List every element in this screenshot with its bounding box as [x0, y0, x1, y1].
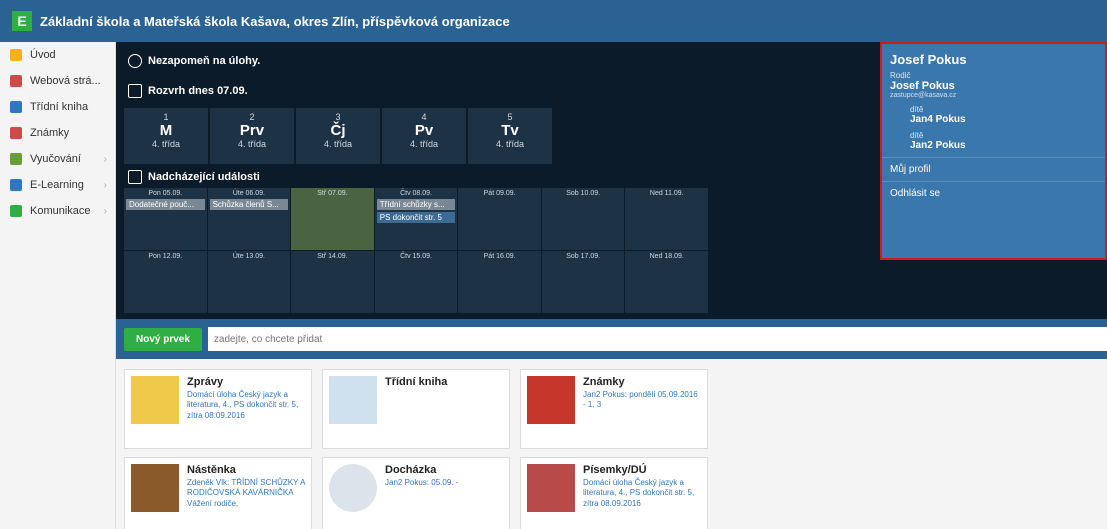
- grades-icon: [10, 127, 22, 139]
- nav-uvod[interactable]: Úvod: [0, 42, 115, 68]
- event[interactable]: Třídní schůzky s...: [376, 199, 456, 210]
- parent-block: Rodič Josef Pokus zastupce@kasava.cz: [890, 71, 957, 99]
- chevron-right-icon: ›: [103, 153, 107, 165]
- app-root: E Základní škola a Mateřská škola Kašava…: [0, 0, 1107, 529]
- web-icon: [10, 75, 22, 87]
- calendar-day[interactable]: Sob 17.09.: [541, 251, 625, 313]
- clock-icon: [128, 54, 142, 68]
- calendar-day[interactable]: Pát 16.09.: [458, 251, 541, 313]
- calendar-day[interactable]: Stř 07.09.: [291, 188, 374, 250]
- tile-dochazka[interactable]: Docházka Jan2 Pokus: 05.09. -: [322, 457, 510, 529]
- new-item-input[interactable]: [207, 327, 1107, 351]
- calendar-week: Pon 12.09. Úte 13.09. Stř 14.09. Čtv 15.…: [124, 251, 709, 313]
- timetable-lesson[interactable]: 4 Pv 4. třída: [382, 108, 466, 164]
- my-profile-link[interactable]: Můj profil: [882, 157, 1105, 181]
- star-icon: [10, 49, 22, 61]
- calendar-week: Pon 05.09. Dodatečné pouč... Úte 06.09. Sc…: [124, 188, 709, 250]
- sidebar: Úvod Webová strá... Třídní kniha Známky …: [0, 42, 116, 529]
- tile-zpravy[interactable]: Zprávy Domácí úloha Český jazyk a literat…: [124, 369, 312, 449]
- user-panel: Josef Pokus Rodič Josef Pokus zastupce@k…: [880, 42, 1107, 260]
- calendar-day[interactable]: Čtv 15.09.: [374, 251, 458, 313]
- calendar-grid-icon: [128, 170, 142, 184]
- timetable-heading: Rozvrh dnes 07.09.: [128, 84, 248, 98]
- tasks-reminder: Nezapomeň na úlohy.: [128, 54, 260, 68]
- event[interactable]: Schůzka členů S...: [209, 199, 289, 210]
- event[interactable]: PS dokončit str. 5: [376, 212, 456, 223]
- calendar-day[interactable]: Ned 11.09.: [625, 188, 709, 250]
- nav-znamky[interactable]: Známky: [0, 120, 115, 146]
- events-heading: Nadcházející události: [128, 170, 260, 184]
- book-icon: [329, 376, 377, 424]
- book-icon: [10, 101, 22, 113]
- top-bar: E Základní škola a Mateřská škola Kašava…: [0, 0, 1107, 42]
- envelope-icon: [131, 376, 179, 424]
- nav-komunikace[interactable]: Komunikace ›: [0, 198, 115, 224]
- child-block[interactable]: dítě Jan2 Pokus: [882, 125, 1105, 157]
- timetable-lesson[interactable]: 3 Čj 4. třída: [296, 108, 380, 164]
- timetable-lesson[interactable]: 1 M 4. třída: [124, 108, 208, 164]
- tile-pisemky[interactable]: Písemky/DÚ Domácí úloha Český jazyk a lit…: [520, 457, 708, 529]
- calendar-icon: [128, 84, 142, 98]
- logout-link[interactable]: Odhlásit se: [882, 181, 1105, 205]
- calendar-day[interactable]: Čtv 08.09. Třídní schůzky s... PS dokončit…: [374, 188, 458, 250]
- noticeboard-icon: [131, 464, 179, 512]
- timetable-lesson[interactable]: 5 Tv 4. třída: [468, 108, 552, 164]
- communication-icon: [10, 205, 22, 217]
- calendar-day[interactable]: Pát 09.09.: [458, 188, 541, 250]
- nav-elearning[interactable]: E-Learning ›: [0, 172, 115, 198]
- calendar-day[interactable]: Pon 05.09. Dodatečné pouč...: [124, 188, 207, 250]
- nav-vyucovani[interactable]: Vyučování ›: [0, 146, 115, 172]
- calendar-day[interactable]: Sob 10.09.: [541, 188, 625, 250]
- school-name: Základní škola a Mateřská škola Kašava, …: [40, 13, 510, 29]
- timetable: 1 M 4. třída 2 Prv 4. třída 3 Čj 4. třída 4 Pv 4…: [124, 108, 552, 164]
- chevron-right-icon: ›: [103, 179, 107, 191]
- panel-username: Josef Pokus: [890, 52, 967, 67]
- app-logo: E: [12, 11, 32, 31]
- child-block[interactable]: dítě Jan4 Pokus: [882, 99, 1105, 125]
- new-item-bar: Nový prvek: [116, 319, 1107, 359]
- timetable-lesson[interactable]: 2 Prv 4. třída: [210, 108, 294, 164]
- new-item-button[interactable]: Nový prvek: [124, 327, 202, 351]
- tile-tridni-kniha[interactable]: Třídní kniha: [322, 369, 510, 449]
- calendar-day[interactable]: Ned 18.09.: [625, 251, 709, 313]
- events-calendar: Pon 05.09. Dodatečné pouč... Úte 06.09. Sc…: [124, 188, 709, 314]
- nav-tridni-kniha[interactable]: Třídní kniha: [0, 94, 115, 120]
- calendar-day[interactable]: Pon 12.09.: [124, 251, 207, 313]
- lesson-icon: [10, 153, 22, 165]
- tile-nastenka[interactable]: Nástěnka Zdeněk Vlk: TŘÍDNÍ SCHŮZKY A ROD…: [124, 457, 312, 529]
- calendar-day[interactable]: Stř 14.09.: [291, 251, 374, 313]
- homework-icon: [527, 464, 575, 512]
- clock-icon: [329, 464, 377, 512]
- elearning-icon: [10, 179, 22, 191]
- grades-book-icon: [527, 376, 575, 424]
- chevron-right-icon: ›: [103, 205, 107, 217]
- tile-znamky[interactable]: Známky Jan2 Pokus: pondělí 05.09.2016 - 1…: [520, 369, 708, 449]
- calendar-day[interactable]: Úte 06.09. Schůzka členů S...: [207, 188, 291, 250]
- calendar-day[interactable]: Úte 13.09.: [207, 251, 291, 313]
- tiles-area: Zprávy Domácí úloha Český jazyk a literat…: [116, 359, 1107, 529]
- nav-webova-stranka[interactable]: Webová strá...: [0, 68, 115, 94]
- event[interactable]: Dodatečné pouč...: [126, 199, 205, 210]
